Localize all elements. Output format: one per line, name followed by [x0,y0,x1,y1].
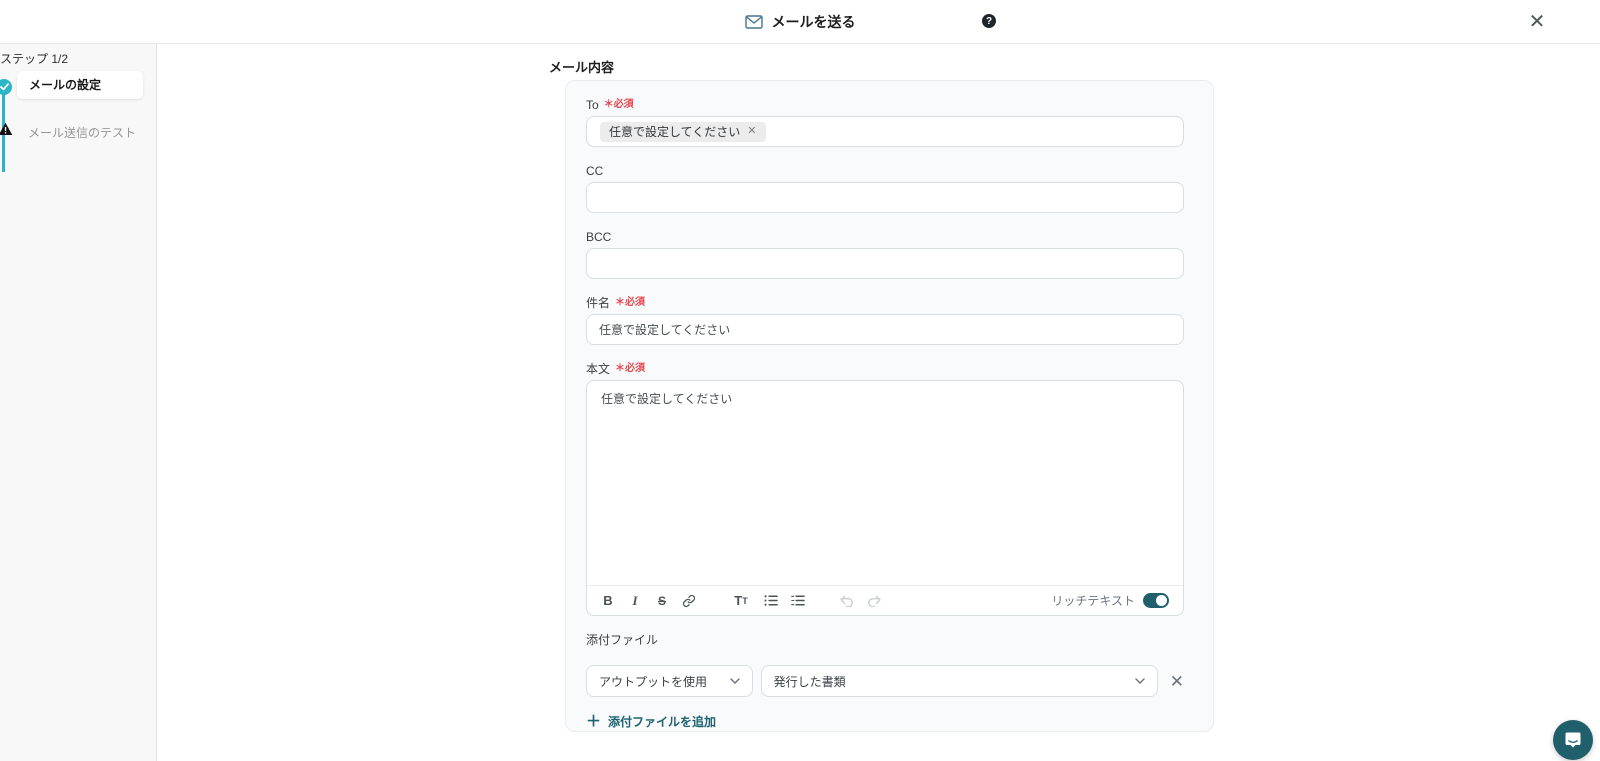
bcc-label: BCC [586,230,612,244]
to-label: To ＊必須 [586,98,634,112]
subject-label: 件名 ＊必須 [586,296,646,310]
link-icon[interactable] [682,594,696,608]
add-attachment-button[interactable]: ＋ 添付ファイルを追加 [586,713,716,730]
close-icon[interactable]: ✕ [1524,8,1550,34]
toggle-knob [1156,595,1167,606]
step-warning-icon [0,122,13,136]
undo-icon[interactable] [840,595,854,607]
steps-sidebar: ステップ 1/2 メールの設定 メール送信のテスト [0,44,157,761]
chat-launcher-icon[interactable] [1553,720,1593,760]
attachment-source-select[interactable]: アウトプットを使用 [586,665,753,697]
sidebar-item-mail-send-test[interactable]: メール送信のテスト [28,124,136,141]
cc-input[interactable] [586,182,1184,213]
mail-envelope-icon [744,15,763,29]
chevron-down-icon [1135,678,1145,684]
modal-title: メールを送る [771,14,856,30]
required-badge: ＊必須 [615,363,646,374]
cc-label: CC [586,164,604,178]
subject-input[interactable] [586,314,1184,345]
bold-icon[interactable]: B [601,593,615,608]
bullet-list-icon[interactable] [764,594,778,607]
body-editor-textarea[interactable]: 任意で設定してください [587,381,1183,585]
body-editor: 任意で設定してください B I S TT リッチテキスト [586,380,1184,616]
required-badge: ＊必須 [615,297,646,308]
attachment-row: アウトプットを使用 発行した書類 ✕ [586,665,1184,697]
to-recipient-chip: 任意で設定してください ✕ [600,121,766,142]
step-complete-check-icon [0,79,12,95]
required-badge: ＊必須 [603,99,634,110]
body-editor-toolbar: B I S TT リッチテキスト [587,585,1183,615]
section-title: メール内容 [549,60,615,75]
chevron-down-icon [729,678,740,684]
richtext-toggle[interactable] [1143,593,1169,608]
numbered-list-icon[interactable] [791,594,805,607]
mail-content-card: To ＊必須 任意で設定してください ✕ CC BCC 件名 ＊必須 本文 ＊必… [565,80,1214,732]
attachment-remove-icon[interactable]: ✕ [1170,673,1184,690]
modal-header: メールを送る ? ✕ [0,0,1600,44]
to-input[interactable]: 任意で設定してください ✕ [586,116,1184,147]
attachment-doc-select[interactable]: 発行した書類 [760,665,1158,697]
italic-icon[interactable]: I [628,593,642,609]
strikethrough-icon[interactable]: S [655,594,669,608]
plus-icon: ＋ [586,713,602,730]
sidebar-item-mail-settings[interactable]: メールの設定 [17,71,143,99]
bcc-input[interactable] [586,248,1184,279]
chip-remove-icon[interactable]: ✕ [747,126,756,137]
help-icon[interactable]: ? [982,14,996,28]
richtext-label: リッチテキスト [1051,594,1135,608]
text-format-icon[interactable]: TT [731,593,751,608]
step-counter: ステップ 1/2 [0,52,69,66]
redo-icon[interactable] [867,595,881,607]
attachments-label: 添付ファイル [586,633,659,647]
body-label: 本文 ＊必須 [586,362,646,376]
